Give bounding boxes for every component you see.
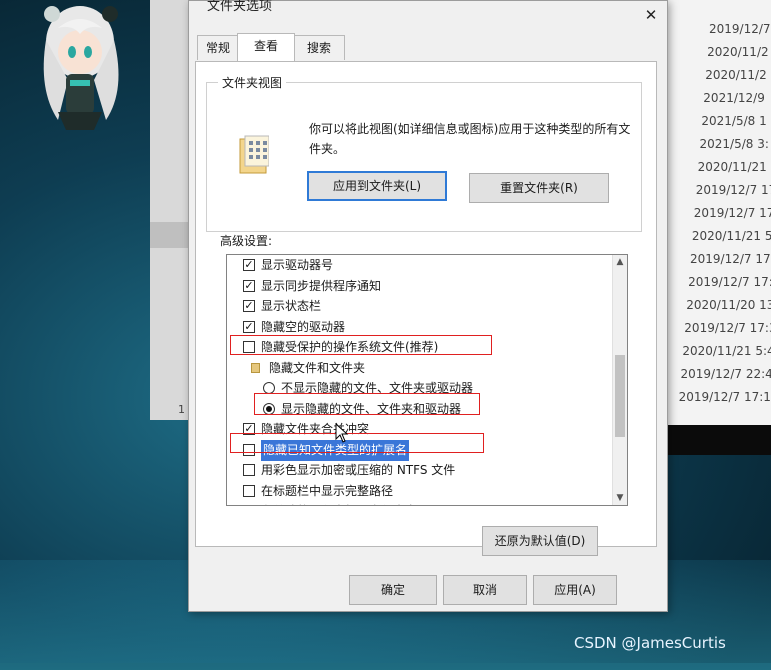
close-icon[interactable]: ✕ bbox=[641, 5, 661, 25]
background-date: 2020/11/21 5: bbox=[692, 229, 771, 243]
tab-view[interactable]: 查看 bbox=[237, 33, 295, 61]
background-date: 2020/11/21 bbox=[698, 160, 767, 174]
advanced-settings-label: 高级设置: bbox=[220, 232, 272, 249]
background-date: 2020/11/2 bbox=[705, 68, 767, 82]
reset-folders-button[interactable]: 重置文件夹(R) bbox=[469, 173, 609, 203]
advanced-setting-label: 显示同步提供程序通知 bbox=[261, 276, 381, 297]
explorer-date-column: 2019/12/7 2020/11/2 2020/11/2 2021/12/9 2021… bbox=[658, 0, 771, 425]
folder-views-label: 文件夹视图 bbox=[218, 74, 286, 91]
checkbox[interactable] bbox=[243, 464, 255, 476]
advanced-setting-label: 用彩色显示加密或压缩的 NTFS 文件 bbox=[261, 460, 455, 481]
checkbox[interactable] bbox=[243, 485, 255, 497]
apply-to-folders-button[interactable]: 应用到文件夹(L) bbox=[307, 171, 447, 201]
scroll-thumb[interactable] bbox=[615, 355, 625, 437]
advanced-setting-label: 在标题栏中显示完整路径 bbox=[261, 481, 393, 502]
background-date: 2019/12/7 17 bbox=[690, 252, 771, 266]
checkbox[interactable] bbox=[243, 505, 255, 506]
folder-options-dialog: 文件夹选项 ✕ 常规 查看 搜索 你可以将此视图(如详细信息或图标)应用于这种类… bbox=[188, 0, 668, 612]
folder-views-description: 你可以将此视图(如详细信息或图标)应用于这种类型的所有文件夹。 bbox=[309, 119, 639, 159]
background-date: 2021/12/9 bbox=[703, 91, 765, 105]
background-window-number: 1 bbox=[178, 403, 185, 416]
background-date: 2019/12/7 17 bbox=[694, 206, 771, 220]
highlight-box-show-hidden bbox=[254, 393, 480, 415]
ok-button[interactable]: 确定 bbox=[349, 575, 437, 605]
highlight-box-known-extensions bbox=[230, 433, 484, 453]
dialog-title: 文件夹选项 bbox=[207, 0, 272, 14]
advanced-setting-label: 显示驱动器号 bbox=[261, 255, 333, 276]
background-date: 2019/12/7 17:3 bbox=[684, 321, 771, 335]
checkbox[interactable]: ✓ bbox=[243, 280, 255, 292]
background-date: 2020/11/2 bbox=[707, 45, 769, 59]
folder-views-group: 你可以将此视图(如详细信息或图标)应用于这种类型的所有文件夹。 应用到文件夹(L… bbox=[206, 82, 642, 232]
advanced-setting-label: 在单独的进程中打开文件夹窗口 bbox=[261, 501, 429, 506]
checkbox[interactable]: ✓ bbox=[243, 259, 255, 271]
tab-general[interactable]: 常规 bbox=[197, 35, 239, 60]
folder-icon bbox=[251, 363, 260, 373]
checkbox[interactable]: ✓ bbox=[243, 321, 255, 333]
advanced-settings-scrollbar[interactable]: ▲ ▼ bbox=[612, 255, 627, 505]
tab-search[interactable]: 搜索 bbox=[293, 35, 345, 60]
background-date: 2020/11/21 5:45 bbox=[682, 344, 771, 358]
cancel-button[interactable]: 取消 bbox=[443, 575, 527, 605]
background-date: 2019/12/7 22:44 bbox=[681, 367, 771, 381]
advanced-settings-list[interactable]: 在单独的进程中打开文件夹窗口在标题栏中显示完整路径用彩色显示加密或压缩的 NTF… bbox=[226, 254, 628, 506]
background-date: 2019/12/7 17: bbox=[688, 275, 771, 289]
background-date: 2021/5/8 1 bbox=[701, 114, 766, 128]
advanced-setting-label: 显示状态栏 bbox=[261, 296, 321, 317]
mascot-image bbox=[28, 0, 138, 140]
watermark: CSDN @JamesCurtis bbox=[574, 634, 726, 652]
view-tab-panel: 你可以将此视图(如详细信息或图标)应用于这种类型的所有文件夹。 应用到文件夹(L… bbox=[195, 61, 657, 547]
highlight-box-protected-files bbox=[230, 335, 492, 355]
background-date: 2020/11/20 13 bbox=[686, 298, 771, 312]
advanced-setting-label: 隐藏文件和文件夹 bbox=[269, 358, 365, 379]
background-date: 2019/12/7 17 bbox=[696, 183, 771, 197]
mouse-cursor-icon bbox=[335, 423, 349, 443]
background-date: 2021/5/8 3: bbox=[700, 137, 769, 151]
background-date: 2019/12/7 bbox=[709, 22, 771, 36]
background-dark-band bbox=[658, 425, 771, 455]
scroll-down-icon[interactable]: ▼ bbox=[613, 491, 627, 505]
apply-button[interactable]: 应用(A) bbox=[533, 575, 617, 605]
background-date: 2019/12/7 17:14 bbox=[679, 390, 771, 404]
scroll-up-icon[interactable]: ▲ bbox=[613, 255, 627, 269]
checkbox[interactable]: ✓ bbox=[243, 300, 255, 312]
folder-view-icon bbox=[239, 135, 269, 175]
restore-defaults-button[interactable]: 还原为默认值(D) bbox=[482, 526, 598, 556]
